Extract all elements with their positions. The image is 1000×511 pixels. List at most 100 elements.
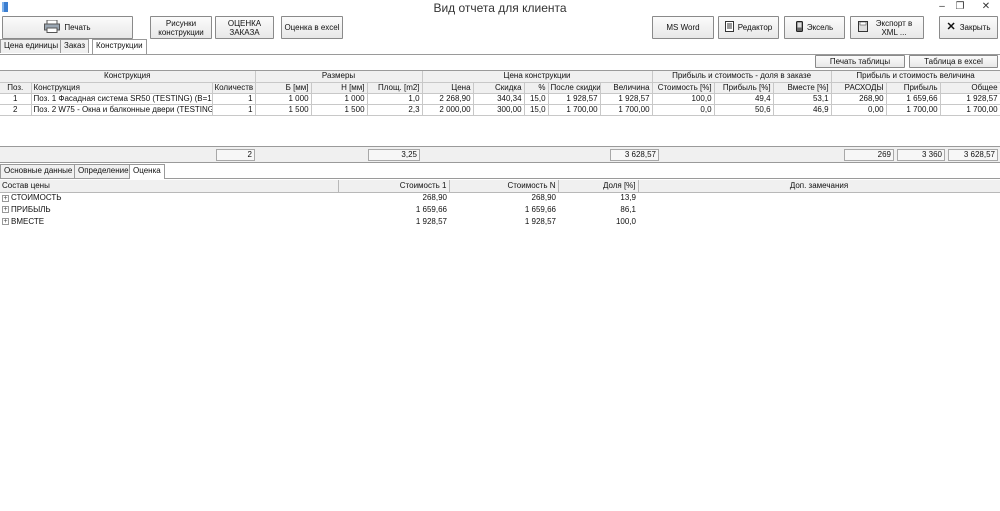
- tab-unit-price[interactable]: Цена единицы: [0, 39, 63, 53]
- table-row[interactable]: 1 Поз. 1 Фасадная система SR50 (TESTING)…: [0, 93, 1000, 105]
- col-after-discount[interactable]: После скидки: [548, 82, 601, 94]
- close-button-label: Закрыть: [959, 23, 991, 32]
- price-item-label: ПРИБЫЛЬ: [11, 205, 51, 214]
- cell: 1 000: [311, 93, 368, 105]
- grid-column-header: Поз. Конструкция Количеств Б [мм] Н [мм]…: [0, 82, 1000, 94]
- cell: 2 000,00: [422, 104, 474, 116]
- cell: 268,90: [531, 193, 556, 203]
- grid-group-header: Конструкция Размеры Цена конструкции При…: [0, 71, 1000, 83]
- total-profit: 3 360: [897, 149, 945, 161]
- price-table-header: Состав цены Стоимость 1 Стоимость N Доля…: [0, 180, 1000, 193]
- col-discount[interactable]: Скидка: [473, 82, 525, 94]
- col-width[interactable]: Б [мм]: [255, 82, 312, 94]
- col-costs[interactable]: РАСХОДЫ: [831, 82, 887, 94]
- price-composition-table: Состав цены Стоимость 1 Стоимость N Доля…: [0, 180, 1000, 228]
- col-quantity[interactable]: Количеств: [212, 82, 256, 94]
- group-profit-share: Прибыль и стоимость - доля в заказе: [652, 71, 832, 83]
- disk-icon: [858, 21, 868, 34]
- cell: 1,0: [367, 93, 423, 105]
- tab-main-data[interactable]: Основные данные: [0, 164, 77, 178]
- total-costs: 269: [844, 149, 894, 161]
- editor-button[interactable]: Редактор: [718, 16, 779, 39]
- list-item[interactable]: + ВМЕСТЕ 1 928,57 1 928,57 100,0: [0, 216, 1000, 228]
- expand-icon[interactable]: +: [2, 218, 9, 226]
- order-estimate-button[interactable]: ОЦЕНКА ЗАКАЗА: [215, 16, 274, 39]
- col-construction[interactable]: Конструкция: [31, 82, 213, 94]
- cell: 1 928,57: [600, 93, 653, 105]
- tab-definition[interactable]: Определение: [74, 164, 133, 178]
- col-percent[interactable]: %: [524, 82, 549, 94]
- print-button[interactable]: Печать: [2, 16, 133, 39]
- col-height[interactable]: Н [мм]: [311, 82, 368, 94]
- phone-icon: [795, 21, 803, 34]
- list-item[interactable]: + ПРИБЫЛЬ 1 659,66 1 659,66 86,1: [0, 204, 1000, 216]
- export-xml-button-label: Экспорт в XML ...: [875, 18, 913, 37]
- col-share[interactable]: Доля [%]: [558, 180, 639, 193]
- bottom-tab-strip: Основные данные Определение Оценка: [0, 164, 1000, 179]
- col-total[interactable]: Общее: [940, 82, 1000, 94]
- price-item-label: ВМЕСТЕ: [11, 217, 45, 226]
- cell: 1: [212, 104, 256, 116]
- col-cost-percent[interactable]: Стоимость [%]: [652, 82, 715, 94]
- cell: [638, 204, 1000, 216]
- export-xml-button[interactable]: Экспорт в XML ...: [850, 16, 924, 39]
- cell: 15,0: [524, 104, 549, 116]
- cell: 268,90: [422, 193, 447, 203]
- table-row[interactable]: 2 Поз. 2 W75 - Окна и балконные двери (T…: [0, 104, 1000, 116]
- tab-constructions[interactable]: Конструкции: [92, 39, 147, 54]
- printer-icon: [44, 19, 61, 35]
- cell: 1 500: [311, 104, 368, 116]
- restore-button[interactable]: ❐: [946, 0, 974, 15]
- cell: 2,3: [367, 104, 423, 116]
- drawings-button[interactable]: Рисунки конструкции: [150, 16, 212, 39]
- close-window-button[interactable]: ✕: [972, 0, 1000, 15]
- tab-order[interactable]: Заказ: [60, 39, 89, 53]
- cell: 1 700,00: [940, 104, 1000, 116]
- cell: 1 928,57: [548, 93, 601, 105]
- price-item-label: СТОИМОСТЬ: [11, 193, 62, 203]
- cell: 1: [212, 93, 256, 105]
- expand-icon[interactable]: +: [2, 206, 9, 214]
- estimate-excel-button[interactable]: Оценка в excel: [281, 16, 343, 39]
- col-cost-1[interactable]: Стоимость 1: [338, 180, 450, 193]
- cell: 300,00: [473, 104, 525, 116]
- cell: 50,6: [714, 104, 774, 116]
- col-area[interactable]: Площ. [m2]: [367, 82, 423, 94]
- total-value: 3 628,57: [610, 149, 659, 161]
- cell: 13,9: [620, 193, 636, 203]
- group-profit-value: Прибыль и стоимость величина: [831, 71, 1000, 83]
- price-composition-panel: Состав цены Стоимость 1 Стоимость N Доля…: [0, 180, 1000, 511]
- cell: 340,34: [473, 93, 525, 105]
- excel-button[interactable]: Эксель: [784, 16, 845, 39]
- totals-bar: 2 3,25 3 628,57 269 3 360 3 628,57: [0, 146, 1000, 163]
- cell: 1 659,66: [415, 205, 447, 214]
- close-button[interactable]: ✕ Закрыть: [939, 16, 998, 39]
- expand-icon[interactable]: +: [2, 194, 9, 202]
- title-bar: Вид отчета для клиента – ❐ ✕: [0, 0, 1000, 15]
- cell: 1 700,00: [548, 104, 601, 116]
- col-pos[interactable]: Поз.: [0, 82, 32, 94]
- group-construction: Конструкция: [0, 71, 256, 83]
- cell: 2 268,90: [422, 93, 474, 105]
- cell: 53,1: [773, 93, 832, 105]
- tab-estimate[interactable]: Оценка: [129, 164, 165, 179]
- col-price[interactable]: Цена: [422, 82, 474, 94]
- print-table-button[interactable]: Печать таблицы: [815, 55, 905, 68]
- cell: [638, 216, 1000, 228]
- col-profit-percent[interactable]: Прибыль [%]: [714, 82, 774, 94]
- editor-button-label: Редактор: [737, 23, 773, 32]
- col-profit[interactable]: Прибыль: [886, 82, 941, 94]
- cell: Поз. 2 W75 - Окна и балконные двери (TES…: [31, 104, 213, 116]
- col-price-composition[interactable]: Состав цены: [0, 180, 339, 193]
- col-value[interactable]: Величина: [600, 82, 653, 94]
- cell: 1 659,66: [886, 93, 941, 105]
- cell: 1: [0, 93, 32, 105]
- table-excel-button[interactable]: Таблица в excel: [909, 55, 998, 68]
- ms-word-button[interactable]: MS Word: [652, 16, 714, 39]
- list-item[interactable]: + СТОИМОСТЬ 268,90 268,90 13,9: [0, 192, 1000, 204]
- col-total-percent[interactable]: Вместе [%]: [773, 82, 832, 94]
- col-cost-n[interactable]: Стоимость N: [449, 180, 559, 193]
- col-remarks[interactable]: Доп. замечания: [638, 180, 1000, 193]
- cell: 1 659,66: [524, 205, 556, 214]
- cell: 1 000: [255, 93, 312, 105]
